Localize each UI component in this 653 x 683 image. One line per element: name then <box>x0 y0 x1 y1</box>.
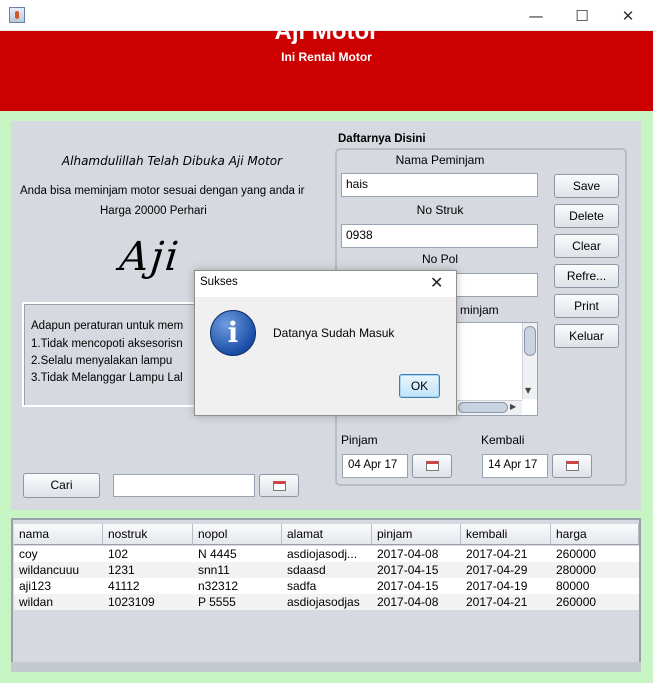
table-cell-harga[interactable]: 260000 <box>551 594 639 610</box>
table-cell-kembali[interactable]: 2017-04-19 <box>461 578 551 594</box>
column-header-pinjam[interactable]: pinjam <box>372 524 461 545</box>
dialog-message: Datanya Sudah Masuk <box>273 326 395 340</box>
info-icon: i <box>210 310 256 356</box>
pinjam-label: Pinjam <box>341 433 378 447</box>
table-cell-harga[interactable]: 280000 <box>551 562 639 578</box>
table-cell-nopol[interactable]: snn11 <box>193 562 282 578</box>
rules-intro: Adapun peraturan untuk mem <box>31 320 184 332</box>
table-cell-harga[interactable]: 260000 <box>551 546 639 562</box>
struk-label: No Struk <box>416 203 464 217</box>
signature-image: Aji <box>117 234 183 280</box>
clear-button[interactable]: Clear <box>554 234 619 258</box>
cari-button[interactable]: Cari <box>23 473 100 498</box>
scroll-right-arrow-icon[interactable]: ▶ <box>510 402 516 411</box>
table-cell-kembali[interactable]: 2017-04-29 <box>461 562 551 578</box>
welcome-text: Alhamdulillah Telah Dibuka Aji Motor <box>61 154 283 168</box>
calendar-icon <box>273 481 286 491</box>
table-cell-pinjam[interactable]: 2017-04-15 <box>372 562 461 578</box>
column-header-nopol[interactable]: nopol <box>193 524 282 545</box>
scroll-thumb[interactable] <box>524 326 536 356</box>
alamat-label: minjam <box>460 303 499 317</box>
column-header-nama[interactable]: nama <box>14 524 103 545</box>
table-cell-nostruk[interactable]: 1231 <box>103 562 193 578</box>
keluar-button[interactable]: Keluar <box>554 324 619 348</box>
table-cell-nostruk[interactable]: 102 <box>103 546 193 562</box>
dialog-close-icon[interactable]: ✕ <box>430 273 443 292</box>
nopol-label: No Pol <box>421 252 459 266</box>
table-cell-nama[interactable]: coy <box>14 546 103 562</box>
delete-button[interactable]: Delete <box>554 204 619 228</box>
price-text: Harga 20000 Perhari <box>100 205 207 217</box>
save-button[interactable]: Save <box>554 174 619 198</box>
kembali-calendar-button[interactable] <box>552 454 592 478</box>
dialog-title: Sukses <box>200 276 238 288</box>
description-text: Anda bisa meminjam motor sesuai dengan y… <box>20 185 305 197</box>
kembali-label: Kembali <box>481 433 525 447</box>
table-cell-nostruk[interactable]: 41112 <box>103 578 193 594</box>
table-cell-alamat[interactable]: sadfa <box>282 578 372 594</box>
table-cell-kembali[interactable]: 2017-04-21 <box>461 546 551 562</box>
print-button[interactable]: Print <box>554 294 619 318</box>
struk-input[interactable]: 0938 <box>341 224 538 248</box>
rule-item: 1.Tidak mencopoti aksesorisn <box>31 338 183 350</box>
app-subtitle: Ini Rental Motor <box>281 50 372 64</box>
pinjam-calendar-button[interactable] <box>412 454 452 478</box>
table-cell-nopol[interactable]: N 4445 <box>193 546 282 562</box>
rule-item: 2.Selalu menyalakan lampu <box>31 355 173 367</box>
kembali-date-field[interactable]: 14 Apr 17 <box>482 454 548 478</box>
refresh-button[interactable]: Refre... <box>554 264 619 288</box>
column-header-kembali[interactable]: kembali <box>461 524 551 545</box>
rule-item: 3.Tidak Melanggar Lampu Lal <box>31 372 183 384</box>
table-cell-nama[interactable]: wildan <box>14 594 103 610</box>
table-cell-alamat[interactable]: sdaasd <box>282 562 372 578</box>
column-header-harga[interactable]: harga <box>551 524 639 545</box>
calendar-icon <box>566 461 579 471</box>
table-cell-pinjam[interactable]: 2017-04-08 <box>372 546 461 562</box>
nama-label: Nama Peminjam <box>395 153 485 167</box>
scroll-down-arrow-icon[interactable]: ▼ <box>525 386 531 395</box>
table-cell-kembali[interactable]: 2017-04-21 <box>461 594 551 610</box>
column-header-nostruk[interactable]: nostruk <box>103 524 193 545</box>
calendar-icon <box>426 461 439 471</box>
table-cell-nama[interactable]: wildancuuu <box>14 562 103 578</box>
table-cell-nopol[interactable]: P 5555 <box>193 594 282 610</box>
hscroll-thumb[interactable] <box>458 402 508 413</box>
table-cell-harga[interactable]: 80000 <box>551 578 639 594</box>
search-calendar-button[interactable] <box>259 474 299 497</box>
table-cell-pinjam[interactable]: 2017-04-15 <box>372 578 461 594</box>
table-cell-nopol[interactable]: n32312 <box>193 578 282 594</box>
table-cell-nostruk[interactable]: 1023109 <box>103 594 193 610</box>
table-cell-nama[interactable]: aji123 <box>14 578 103 594</box>
nama-input[interactable]: hais <box>341 173 538 197</box>
column-header-alamat[interactable]: alamat <box>282 524 372 545</box>
app-title: Aji Motor <box>274 18 379 45</box>
table-cell-alamat[interactable]: asdiojasodj... <box>282 546 372 562</box>
table-cell-alamat[interactable]: asdiojasodjas <box>282 594 372 610</box>
table-cell-pinjam[interactable]: 2017-04-08 <box>372 594 461 610</box>
form-group-title: Daftarnya Disini <box>338 133 426 145</box>
pinjam-date-field[interactable]: 04 Apr 17 <box>342 454 408 478</box>
ok-button[interactable]: OK <box>399 374 440 398</box>
table-bottom-border <box>11 662 641 672</box>
search-date-field[interactable] <box>113 474 255 497</box>
